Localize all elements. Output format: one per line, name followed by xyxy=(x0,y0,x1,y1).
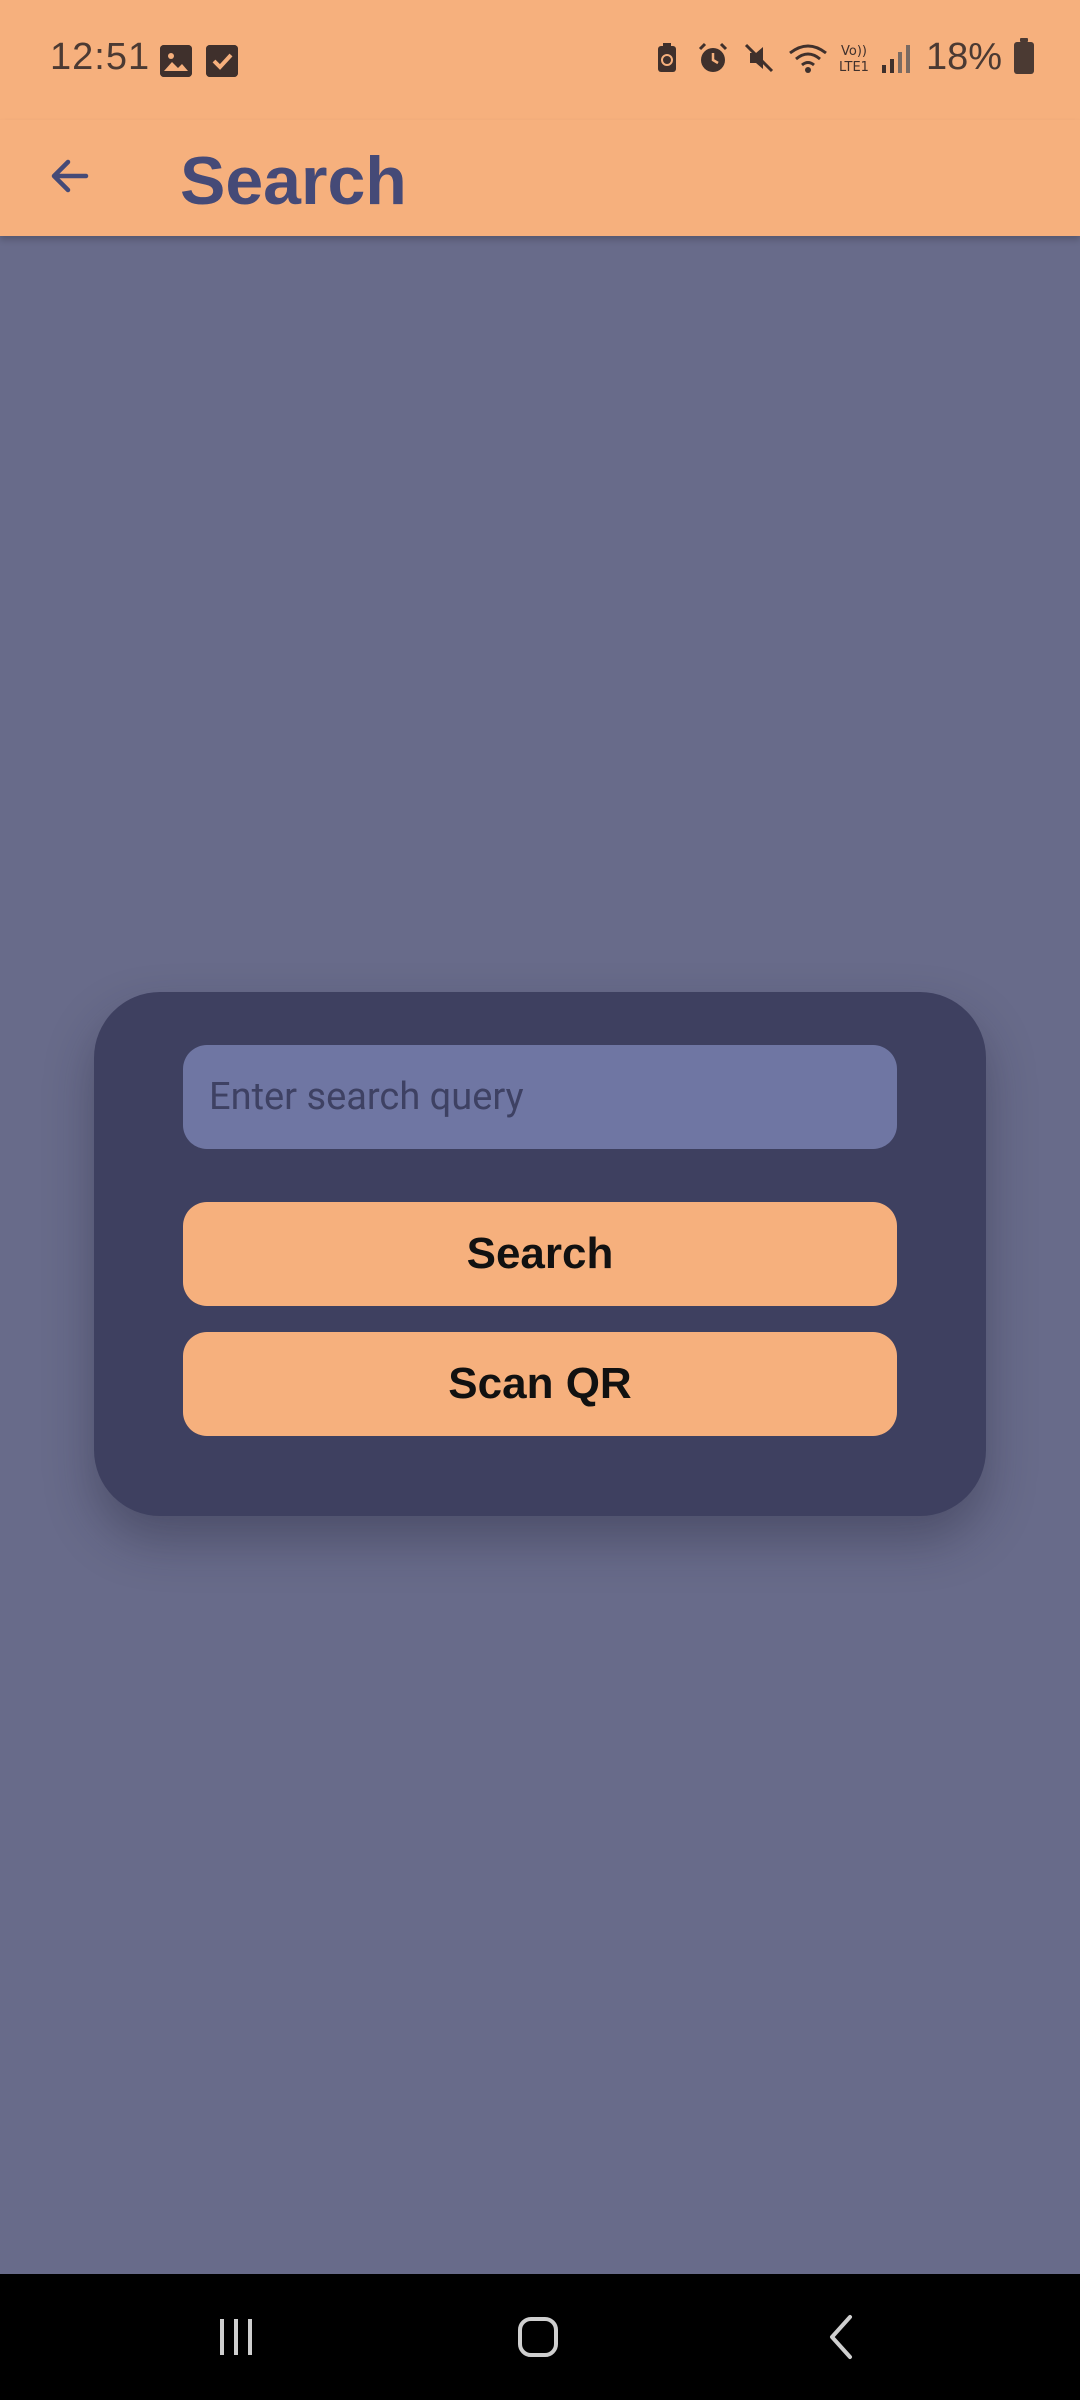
home-button[interactable] xyxy=(498,2304,578,2370)
mute-icon xyxy=(742,41,776,75)
status-right: Vo)) LTE1 18% xyxy=(650,36,1034,79)
search-input[interactable] xyxy=(183,1045,897,1149)
volte-icon: Vo)) LTE1 xyxy=(834,41,869,75)
battery-percent: 18% xyxy=(925,36,1002,78)
svg-text:LTE1: LTE1 xyxy=(839,60,869,75)
gallery-icon xyxy=(160,45,192,77)
battery-icon xyxy=(1014,37,1034,74)
battery-saver-icon xyxy=(650,41,684,75)
arrow-back-icon xyxy=(51,159,89,193)
search-button[interactable]: Search xyxy=(183,1202,897,1306)
status-time: 12:51 xyxy=(50,36,151,78)
nav-back-button[interactable] xyxy=(802,2304,882,2370)
system-nav-bar xyxy=(0,2274,1080,2400)
page-title: Search xyxy=(180,143,407,219)
svg-text:Vo)): Vo)) xyxy=(841,44,867,59)
back-button[interactable] xyxy=(30,136,110,216)
scan-qr-button[interactable]: Scan QR xyxy=(183,1332,897,1436)
status-bar: 12:51 Vo)) LTE1 18% xyxy=(0,0,1080,120)
signal-icon xyxy=(880,41,914,75)
recents-button[interactable] xyxy=(196,2304,276,2370)
app-bar: Search xyxy=(0,120,1080,236)
home-icon xyxy=(518,2317,558,2357)
checkbox-icon xyxy=(206,45,238,77)
recents-icon xyxy=(220,2319,252,2355)
search-card: Search Scan QR xyxy=(94,992,986,1516)
status-left-icons xyxy=(160,45,238,77)
alarm-icon xyxy=(696,41,730,75)
back-icon xyxy=(830,2315,852,2359)
wifi-icon xyxy=(788,41,827,75)
